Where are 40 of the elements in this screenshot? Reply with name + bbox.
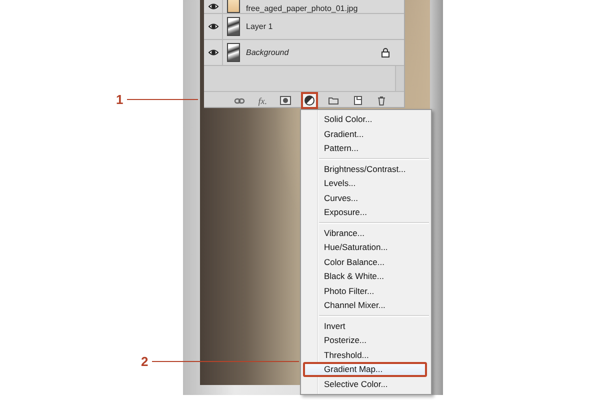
menu-item[interactable]: Invert: [303, 318, 427, 333]
menu-item[interactable]: Brightness/Contrast...: [303, 162, 427, 176]
eye-icon: [208, 48, 218, 57]
layer-row[interactable]: free_aged_paper_photo_01.jpg: [204, 0, 404, 14]
menu-item[interactable]: Threshold...: [303, 348, 427, 362]
fx-button[interactable]: fx.: [255, 92, 270, 108]
adjustment-button[interactable]: [301, 92, 318, 109]
eye-icon: [208, 2, 218, 11]
menu-item[interactable]: Color Balance...: [303, 254, 427, 269]
menu-item[interactable]: Channel Mixer...: [303, 298, 427, 312]
link-icon: [234, 96, 246, 106]
layer-thumbnail: [227, 43, 240, 62]
callout-number: 2: [141, 354, 148, 369]
callout-number: 1: [116, 92, 124, 107]
layer-name: Background: [246, 48, 290, 57]
menu-item[interactable]: Curves...: [303, 190, 427, 205]
menu-item[interactable]: Black & White...: [303, 269, 427, 284]
layer-name: free_aged_paper_photo_01.jpg: [246, 4, 359, 13]
layer-row[interactable]: Layer 1: [204, 14, 404, 40]
menu-item[interactable]: Gradient...: [303, 126, 427, 141]
layer-name: Layer 1: [246, 22, 274, 31]
menu-item[interactable]: Posterize...: [303, 333, 427, 348]
half-circle-icon: [304, 95, 315, 106]
layer-thumbnail: [227, 17, 240, 36]
layer-row[interactable]: Background: [204, 40, 404, 66]
menu-item[interactable]: Hue/Saturation...: [303, 240, 427, 254]
leader-line: [127, 99, 198, 100]
scrollbar[interactable]: [395, 66, 404, 91]
menu-item[interactable]: Vibrance...: [303, 226, 427, 240]
mask-icon: [280, 95, 291, 106]
paper-thumbnail: [227, 0, 240, 13]
menu-item[interactable]: Pattern...: [303, 141, 427, 156]
menu-item[interactable]: Selective Color...: [303, 376, 427, 391]
menu-item[interactable]: Exposure...: [303, 205, 427, 220]
eye-icon: [208, 22, 218, 31]
menu-item[interactable]: Photo Filter...: [303, 284, 427, 298]
menu-item[interactable]: Gradient Map...: [303, 362, 427, 376]
menu-item[interactable]: Levels...: [303, 176, 427, 190]
menu-item[interactable]: Solid Color...: [303, 112, 427, 126]
page-icon: [352, 95, 363, 106]
